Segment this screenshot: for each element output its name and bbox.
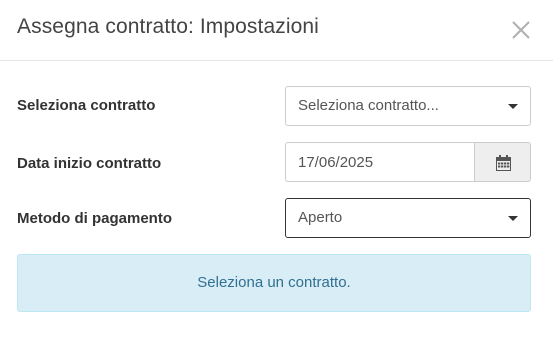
calendar-icon xyxy=(496,155,511,171)
calendar-button[interactable] xyxy=(474,142,531,182)
payment-method-select[interactable]: Aperto xyxy=(285,198,531,238)
contract-label: Seleziona contratto xyxy=(17,97,156,114)
modal-title: Assegna contratto: Impostazioni xyxy=(17,15,319,38)
chevron-down-icon xyxy=(508,104,518,109)
contract-select[interactable]: Seleziona contratto... xyxy=(285,86,531,126)
close-button[interactable] xyxy=(509,18,533,42)
info-alert: Seleziona un contratto. xyxy=(17,254,531,312)
alert-message: Seleziona un contratto. xyxy=(197,274,351,291)
payment-method-label: Metodo di pagamento xyxy=(17,210,172,227)
start-date-group xyxy=(285,142,531,182)
contract-select-value: Seleziona contratto... xyxy=(298,97,439,114)
payment-method-select-value: Aperto xyxy=(298,209,343,226)
chevron-down-icon xyxy=(508,216,518,221)
modal-header: Assegna contratto: Impostazioni xyxy=(0,0,553,61)
assign-contract-modal: Assegna contratto: Impostazioni Selezion… xyxy=(0,0,553,351)
start-date-label: Data inizio contratto xyxy=(17,155,162,172)
start-date-input[interactable] xyxy=(285,142,475,182)
close-icon xyxy=(512,21,530,39)
